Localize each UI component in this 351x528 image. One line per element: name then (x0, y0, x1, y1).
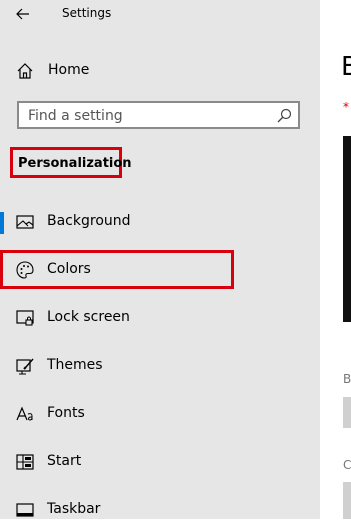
start-icon (16, 454, 34, 470)
settings-sidebar: Settings Home Find a setting Personaliza… (0, 0, 320, 519)
sidebar-item-label: Background (47, 213, 131, 229)
section-title: Personalization (18, 156, 132, 171)
sidebar-item-start[interactable]: Start (0, 444, 320, 480)
selected-indicator (0, 212, 4, 234)
setting-label: B (343, 372, 351, 386)
title-bar: Settings (0, 0, 320, 30)
colors-highlight-box (0, 250, 234, 289)
home-label: Home (48, 62, 90, 78)
picture-picker[interactable] (343, 482, 351, 519)
setting-label: C (343, 458, 351, 472)
sidebar-item-label: Lock screen (47, 309, 130, 325)
taskbar-icon (16, 503, 34, 517)
main-pane: B * B C (320, 0, 351, 519)
lock-screen-icon (16, 310, 34, 326)
home-icon (17, 63, 33, 79)
sidebar-item-label: Taskbar (47, 501, 101, 517)
sidebar-item-taskbar[interactable]: Taskbar (0, 492, 320, 528)
back-arrow-icon (16, 8, 29, 20)
sidebar-item-label: Themes (47, 357, 103, 373)
sidebar-item-label: Fonts (47, 405, 85, 421)
search-input[interactable]: Find a setting (17, 101, 300, 129)
dropdown-select[interactable] (343, 397, 351, 428)
required-marker: * (343, 100, 349, 114)
fonts-icon (16, 406, 33, 421)
sidebar-item-label: Start (47, 453, 82, 469)
section-title-highlight: Personalization (10, 147, 132, 178)
window-title: Settings (62, 6, 112, 20)
search-placeholder: Find a setting (28, 108, 123, 124)
page-title: B (341, 52, 351, 82)
home-nav-item[interactable]: Home (0, 56, 320, 86)
sidebar-item-themes[interactable]: Themes (0, 348, 320, 384)
sidebar-item-lock-screen[interactable]: Lock screen (0, 300, 320, 336)
search-icon (277, 108, 292, 123)
background-preview (343, 136, 351, 322)
sidebar-item-fonts[interactable]: Fonts (0, 396, 320, 432)
themes-icon (16, 358, 34, 375)
sidebar-item-background[interactable]: Background (0, 204, 320, 240)
image-icon (16, 215, 34, 229)
back-button[interactable] (10, 3, 36, 25)
